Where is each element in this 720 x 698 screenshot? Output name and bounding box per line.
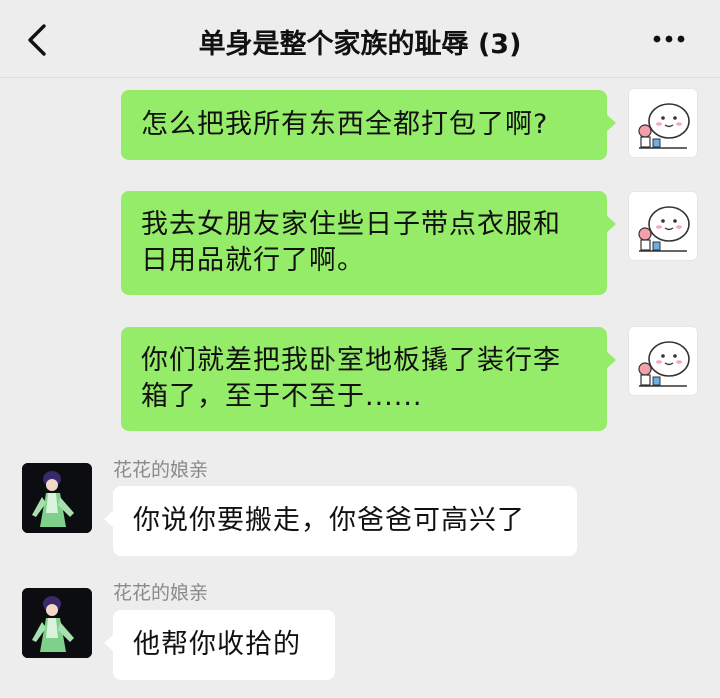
contact-avatar[interactable]	[22, 463, 92, 533]
sent-message-bubble[interactable]: 我去女朋友家住些日子带点衣服和 日用品就行了啊。	[121, 191, 616, 295]
chat-header: 单身是整个家族的耻辱 (3)	[0, 0, 720, 78]
sent-message-bubble[interactable]: 你们就差把我卧室地板撬了装行李 箱了，至于不至于......	[121, 327, 616, 431]
message-text: 你说你要搬走，你爸爸可高兴了	[133, 505, 525, 536]
message-text: 他帮你收拾的	[133, 629, 301, 660]
self-avatar[interactable]	[628, 326, 698, 396]
message-text-line: 箱了，至于不至于......	[141, 381, 423, 412]
message-text: 怎么把我所有东西全都打包了啊?	[141, 109, 549, 140]
sent-message-bubble[interactable]: 怎么把我所有东西全都打包了啊?	[121, 90, 616, 160]
opera-performer-icon	[22, 588, 92, 658]
message-text-line: 你们就差把我卧室地板撬了装行李	[141, 345, 561, 376]
more-button[interactable]	[652, 28, 686, 50]
chat-title: 单身是整个家族的耻辱 (3)	[198, 29, 522, 60]
cartoon-dumpling-icon	[638, 341, 690, 387]
cartoon-dumpling-icon	[638, 206, 690, 252]
opera-performer-icon	[22, 463, 92, 533]
message-text-line: 我去女朋友家住些日子带点衣服和	[141, 209, 561, 240]
message-text-line: 日用品就行了啊。	[141, 245, 365, 276]
self-avatar[interactable]	[628, 191, 698, 261]
more-dots-icon	[653, 35, 685, 43]
message-list[interactable]: 怎么把我所有东西全都打包了啊? 我去女朋友家住些日子带点衣服和 日用品就行了啊。	[0, 78, 720, 698]
sender-name: 花花的娘亲	[113, 582, 209, 604]
received-message-bubble[interactable]: 你说你要搬走，你爸爸可高兴了	[104, 486, 577, 556]
self-avatar[interactable]	[628, 88, 698, 158]
contact-avatar[interactable]	[22, 588, 92, 658]
received-message-bubble[interactable]: 他帮你收拾的	[104, 610, 335, 680]
cartoon-dumpling-icon	[638, 103, 690, 149]
sender-name: 花花的娘亲	[113, 459, 209, 481]
